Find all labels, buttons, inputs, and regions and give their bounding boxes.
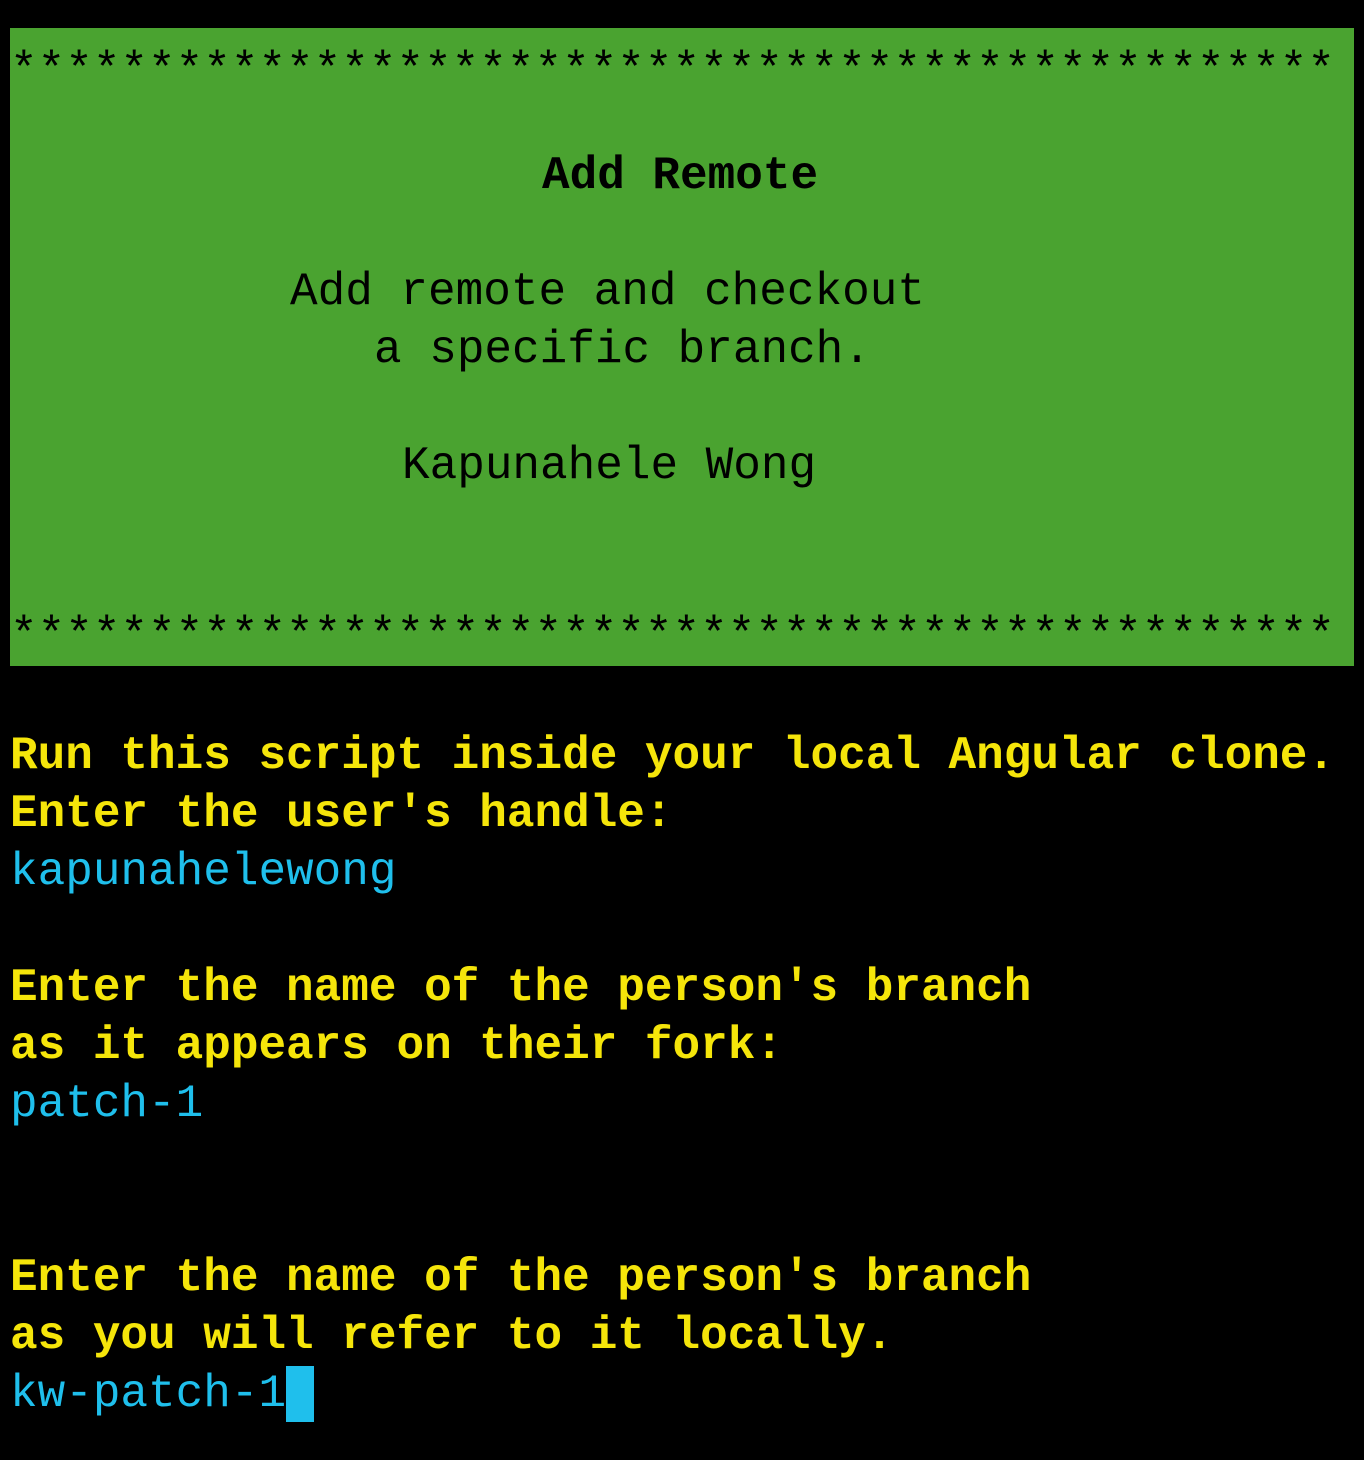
local-branch-input-value: kw-patch-1 <box>10 1368 287 1420</box>
local-branch-prompt-line2: as you will refer to it locally. <box>10 1310 894 1362</box>
handle-prompt: Enter the user's handle: <box>10 788 673 840</box>
script-banner: ****************************************… <box>10 28 1354 666</box>
handle-input-value: kapunahelewong <box>10 846 397 898</box>
terminal-window: ****************************************… <box>0 0 1364 1460</box>
banner-author: Kapunahele Wong <box>402 440 817 492</box>
banner-title: Add Remote <box>542 150 819 202</box>
banner-description-line2: a specific branch. <box>374 324 871 376</box>
intro-message: Run this script inside your local Angula… <box>10 730 1336 782</box>
banner-description-line1: Add remote and checkout <box>290 266 925 318</box>
fork-branch-input-value: patch-1 <box>10 1078 204 1130</box>
banner-top-border: ****************************************… <box>10 45 1336 97</box>
banner-bottom-border: ****************************************… <box>10 610 1336 662</box>
local-branch-prompt-line1: Enter the name of the person's branch <box>10 1252 1032 1304</box>
text-cursor <box>286 1366 315 1422</box>
fork-branch-prompt-line2: as it appears on their fork: <box>10 1020 783 1072</box>
local-branch-input-line[interactable]: kw-patch-1 <box>10 1365 315 1423</box>
fork-branch-prompt-line1: Enter the name of the person's branch <box>10 962 1032 1014</box>
